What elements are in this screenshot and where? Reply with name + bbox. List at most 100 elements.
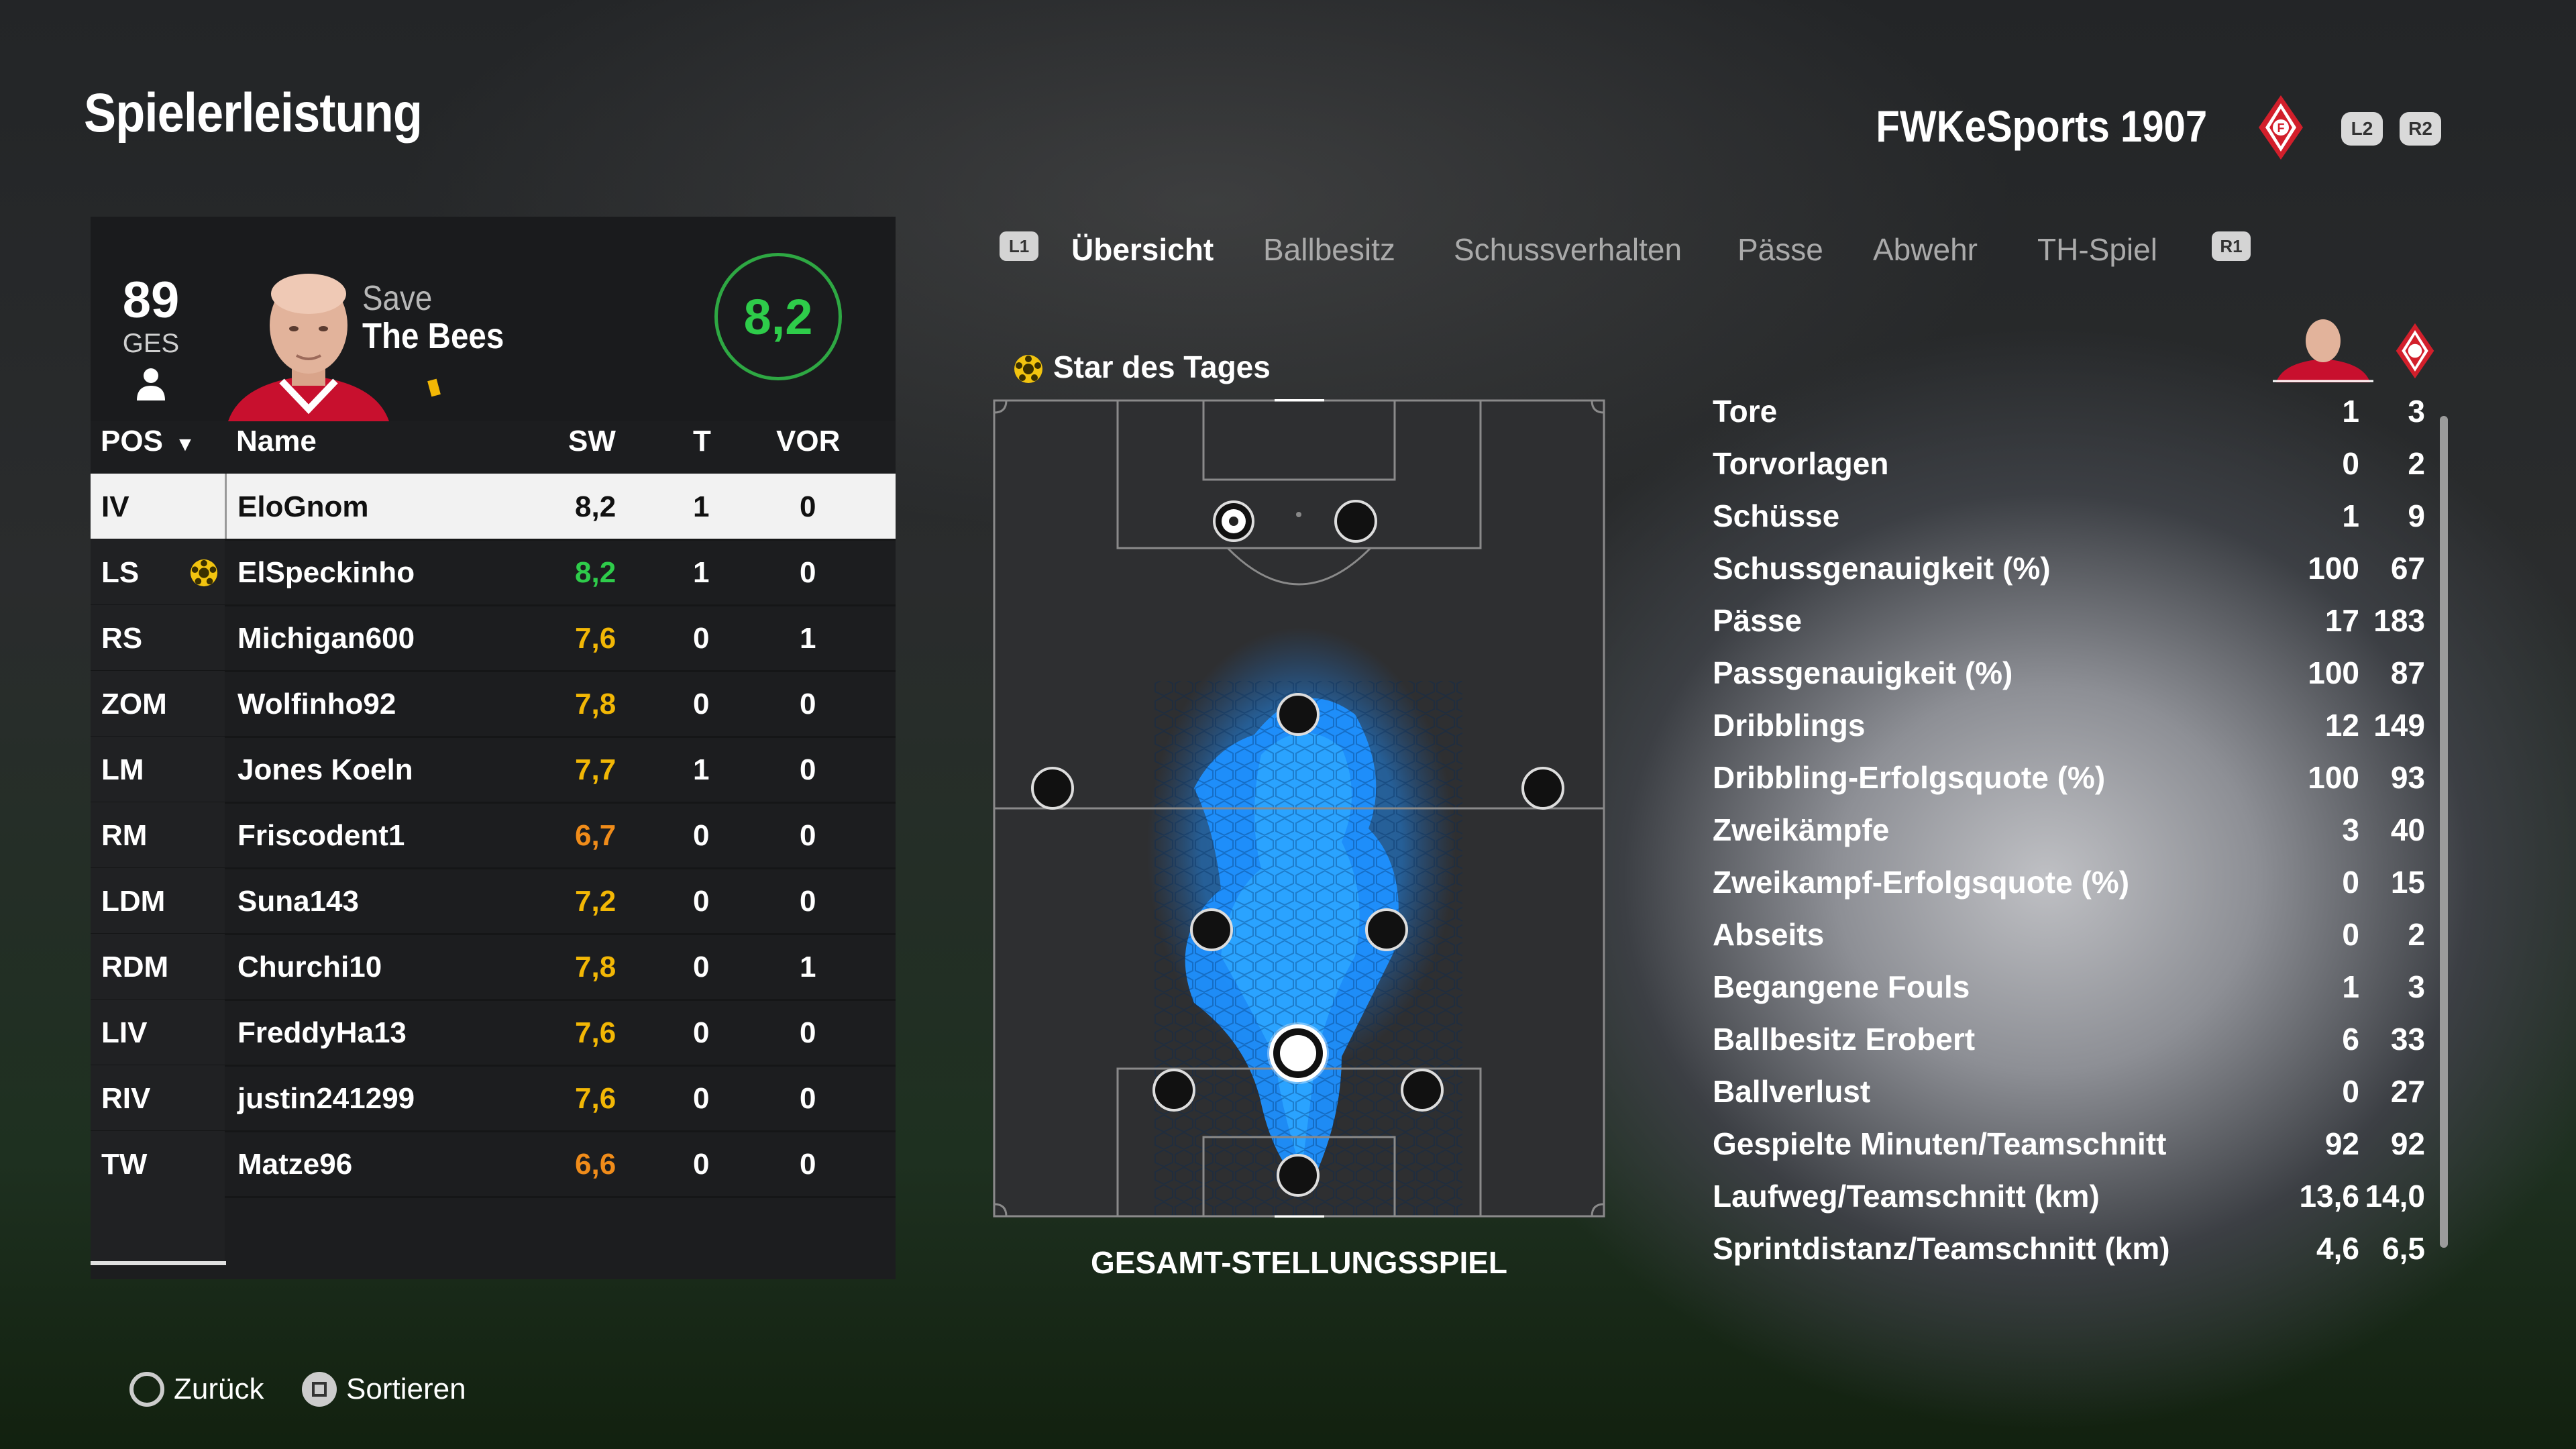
- row-goals: 0: [693, 688, 710, 720]
- column-header-vor[interactable]: VOR: [776, 425, 840, 458]
- stat-player-value: 13,6: [2299, 1179, 2359, 1214]
- table-row[interactable]: TW Matze96 6,6 0 0: [91, 1131, 896, 1198]
- list-scroll-indicator: [91, 1261, 226, 1265]
- row-goals: 1: [693, 753, 710, 786]
- stat-label: Begangene Fouls: [1713, 969, 1970, 1004]
- stat-team-value: 3: [2408, 394, 2425, 429]
- column-header-name[interactable]: Name: [236, 425, 317, 458]
- stat-player-value: 17: [2324, 603, 2359, 638]
- r1-button-icon[interactable]: R1: [2212, 231, 2251, 261]
- stat-player-value: 0: [2342, 1074, 2359, 1109]
- stat-label: Torvorlagen: [1713, 446, 1889, 481]
- tab-uebersicht[interactable]: Übersicht: [1071, 231, 1214, 268]
- stat-player-value: 3: [2342, 812, 2359, 847]
- page-title: Spielerleistung: [84, 83, 423, 144]
- stat-label: Gespielte Minuten/Teamschnitt: [1713, 1126, 2167, 1161]
- tab-ballbesitz[interactable]: Ballbesitz: [1263, 231, 1395, 268]
- stat-label: Schüsse: [1713, 498, 1840, 533]
- l2-button-icon[interactable]: L2: [2341, 112, 2383, 146]
- tab-abwehr[interactable]: Abwehr: [1873, 231, 1978, 268]
- row-position: LM: [101, 753, 144, 786]
- stat-player-value: 6: [2342, 1022, 2359, 1057]
- row-goals: 1: [693, 556, 710, 589]
- row-assists: 0: [800, 885, 816, 918]
- table-row[interactable]: LDM Suna143 7,2 0 0: [91, 868, 896, 935]
- stat-team-value: 9: [2408, 498, 2425, 533]
- row-rating: 7,8: [575, 688, 616, 720]
- stat-player-value: 0: [2342, 446, 2359, 481]
- stat-label: Pässe: [1713, 603, 1803, 638]
- row-player-name: Friscodent1: [237, 819, 405, 852]
- row-position: LIV: [101, 1016, 148, 1049]
- sort-down-icon: ▼: [175, 433, 195, 455]
- table-row[interactable]: LIV FreddyHa13 7,6 0 0: [91, 1000, 896, 1067]
- table-row[interactable]: LM Jones Koeln 7,7 1 0: [91, 737, 896, 804]
- stat-player-value: 1: [2342, 969, 2359, 1004]
- l1-button-icon[interactable]: L1: [1000, 231, 1038, 261]
- row-player-name: Churchi10: [237, 951, 382, 983]
- row-rating: 7,6: [575, 1016, 616, 1049]
- stat-team-value: 92: [2390, 1126, 2425, 1161]
- club-crest-icon: F: [2259, 95, 2303, 160]
- match-rating-badge: 8,2: [714, 253, 842, 380]
- stat-player-value: 4,6: [2316, 1231, 2359, 1266]
- table-row[interactable]: RIV justin241299 7,6 0 0: [91, 1065, 896, 1132]
- stat-label: Ballverlust: [1713, 1074, 1871, 1109]
- row-position: TW: [101, 1148, 148, 1181]
- stat-player-value: 1: [2342, 394, 2359, 429]
- row-goals: 0: [693, 622, 710, 655]
- table-row[interactable]: RM Friscodent1 6,7 0 0: [91, 802, 896, 869]
- back-button[interactable]: Zurück: [129, 1372, 264, 1407]
- row-assists: 0: [800, 688, 816, 720]
- row-player-name: Michigan600: [237, 622, 415, 655]
- r2-button-icon[interactable]: R2: [2400, 112, 2441, 146]
- row-assists: 0: [800, 1082, 816, 1115]
- stat-label: Laufweg/Teamschnitt (km): [1713, 1179, 2100, 1214]
- tab-th-spiel[interactable]: TH-Spiel: [2037, 231, 2157, 268]
- stat-team-value: 87: [2390, 655, 2425, 690]
- table-row[interactable]: LS ElSpeckinho 8,2 1 0: [91, 539, 896, 606]
- stat-team-value: 27: [2390, 1074, 2425, 1109]
- row-player-name: justin241299: [237, 1082, 415, 1115]
- stat-label: Zweikämpfe: [1713, 812, 1890, 847]
- svg-text:F: F: [2277, 121, 2285, 135]
- stat-label: Dribblings: [1713, 708, 1866, 743]
- star-of-day-label: Star des Tages: [1053, 350, 1271, 384]
- positioning-heatmap: [993, 399, 1605, 1218]
- row-rating: 7,6: [575, 622, 616, 655]
- row-assists: 0: [800, 753, 816, 786]
- star-of-day-icon: [190, 559, 218, 587]
- tab-schussverhalten[interactable]: Schussverhalten: [1454, 231, 1682, 268]
- stat-team-value: 14,0: [2365, 1179, 2425, 1214]
- column-header-t[interactable]: T: [693, 425, 711, 458]
- stat-player-value: 100: [2308, 655, 2359, 690]
- stat-label: Schussgenauigkeit (%): [1713, 551, 2051, 586]
- row-position: RS: [101, 622, 143, 655]
- table-row[interactable]: RS Michigan600 7,6 0 1: [91, 605, 896, 672]
- tab-paesse[interactable]: Pässe: [1737, 231, 1823, 268]
- back-label: Zurück: [174, 1373, 264, 1405]
- sort-label: Sortieren: [346, 1373, 466, 1405]
- row-goals: 0: [693, 1016, 710, 1049]
- sort-button[interactable]: Sortieren: [302, 1372, 466, 1407]
- column-header-pos[interactable]: POS ▼: [101, 425, 195, 458]
- star-of-day-icon: [1014, 355, 1042, 383]
- club-name: FWKeSports 1907: [1876, 101, 2207, 151]
- stats-scrollbar-thumb[interactable]: [2440, 416, 2448, 1248]
- row-goals: 0: [693, 819, 710, 852]
- stat-player-value: 100: [2308, 760, 2359, 795]
- row-rating: 7,6: [575, 1082, 616, 1115]
- row-player-name: EloGnom: [237, 490, 369, 523]
- heatmap-caption: GESAMT-STELLUNGSSPIEL: [1090, 1245, 1508, 1280]
- table-row[interactable]: IV EloGnom 8,2 1 0: [91, 474, 896, 541]
- stat-team-value: 149: [2373, 708, 2425, 743]
- row-position: LDM: [101, 885, 166, 918]
- row-position: RDM: [101, 951, 169, 983]
- column-header-sw[interactable]: SW: [568, 425, 616, 458]
- table-row[interactable]: ZOM Wolfinho92 7,8 0 0: [91, 671, 896, 738]
- row-rating: 7,7: [575, 753, 616, 786]
- table-row[interactable]: RDM Churchi10 7,8 0 1: [91, 934, 896, 1001]
- row-player-name: Jones Koeln: [237, 753, 413, 786]
- stat-player-value: 0: [2342, 917, 2359, 952]
- card-subtitle: Save: [362, 279, 433, 318]
